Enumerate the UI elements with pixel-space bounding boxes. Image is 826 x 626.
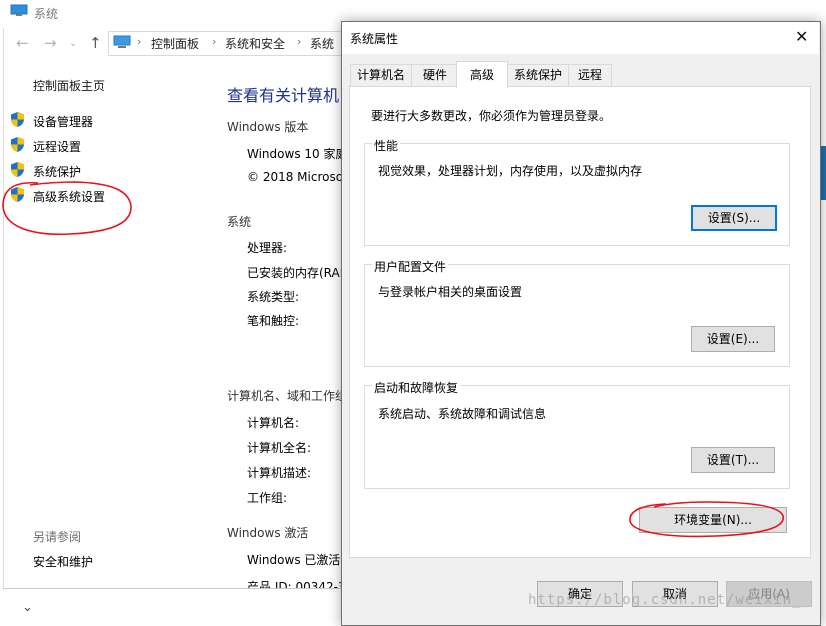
sidebar-item-remote-settings[interactable]: 远程设置: [33, 138, 81, 155]
tab-remote[interactable]: 远程: [568, 64, 612, 86]
activation-status: Windows 已激活: [247, 553, 341, 567]
computer-description-label: 计算机描述:: [247, 466, 312, 480]
dialog-titlebar: [342, 22, 819, 54]
shield-icon: [11, 162, 24, 177]
performance-description: 视觉效果，处理器计划，内存使用，以及虚拟内存: [378, 164, 643, 178]
breadcrumb-separator-icon: ›: [137, 35, 142, 48]
tab-system-protection[interactable]: 系统保护: [507, 64, 569, 86]
full-computer-name-label: 计算机全名:: [247, 441, 312, 455]
startup-recovery-group-label: 启动和故障恢复: [372, 379, 461, 396]
user-profiles-settings-button[interactable]: 设置(E)...: [691, 326, 775, 352]
shield-icon: [11, 137, 24, 152]
computer-icon: [10, 4, 28, 16]
see-also-heading: 另请参阅: [33, 530, 82, 544]
control-panel-icon: [113, 35, 131, 48]
startup-recovery-group: [364, 385, 790, 489]
close-icon[interactable]: ✕: [795, 27, 808, 46]
performance-settings-button[interactable]: 设置(S)...: [691, 205, 777, 231]
breadcrumb-system-security[interactable]: 系统和安全: [225, 35, 285, 52]
back-arrow-icon[interactable]: ←: [16, 34, 29, 52]
sidebar-item-system-protection[interactable]: 系统保护: [33, 163, 81, 180]
window-left-border: [3, 28, 4, 588]
recent-locations-chevron-icon[interactable]: ⌄: [69, 38, 77, 49]
system-type-label: 系统类型:: [247, 290, 300, 304]
startup-recovery-description: 系统启动、系统故障和调试信息: [378, 407, 547, 421]
environment-variables-button[interactable]: 环境变量(N)...: [639, 507, 787, 533]
user-profiles-group-label: 用户配置文件: [372, 258, 449, 275]
copyright-text: © 2018 Microso: [247, 170, 344, 184]
workgroup-label: 工作组:: [247, 491, 288, 505]
processor-label: 处理器:: [247, 241, 288, 255]
breadcrumb-system[interactable]: 系统: [310, 35, 334, 52]
ram-label: 已安装的内存(RAM: [247, 266, 351, 280]
page-title: 查看有关计算机: [227, 86, 340, 105]
forward-arrow-icon[interactable]: →: [44, 34, 57, 52]
dialog-title: 系统属性: [350, 32, 399, 46]
startup-recovery-settings-button[interactable]: 设置(T)...: [691, 447, 775, 473]
sidebar-link-security-maintenance[interactable]: 安全和维护: [33, 553, 93, 570]
shield-icon: [11, 187, 24, 202]
shield-icon: [11, 112, 24, 127]
edition-name: Windows 10 家庭: [247, 147, 348, 161]
watermark-text: https://blog.csdn.net/weixin_: [528, 592, 802, 608]
product-id: 产品 ID: 00342-3: [247, 580, 346, 588]
sidebar-item-advanced-system-settings[interactable]: 高级系统设置: [33, 188, 105, 205]
user-profiles-description: 与登录帐户相关的桌面设置: [378, 285, 523, 299]
breadcrumb-control-panel[interactable]: 控制面板: [151, 35, 199, 52]
window-bottom-border: [3, 588, 343, 589]
chevron-down-icon[interactable]: ⌄: [22, 600, 33, 615]
windows-edition-heading: Windows 版本: [227, 120, 309, 134]
window-title: 系统: [34, 7, 59, 21]
breadcrumb-separator-icon: ›: [297, 35, 302, 48]
up-arrow-icon[interactable]: ↑: [89, 34, 102, 52]
sidebar-home-link[interactable]: 控制面板主页: [33, 77, 105, 94]
tab-computer-name[interactable]: 计算机名: [350, 64, 412, 86]
breadcrumb-separator-icon: ›: [212, 35, 217, 48]
tab-hardware[interactable]: 硬件: [411, 64, 459, 86]
computer-name-label: 计算机名:: [247, 416, 300, 430]
computer-name-heading: 计算机名、域和工作组: [227, 389, 348, 403]
activation-heading: Windows 激活: [227, 526, 309, 540]
admin-note: 要进行大多数更改，你必须作为管理员登录。: [371, 109, 612, 123]
pen-touch-label: 笔和触控:: [247, 314, 300, 328]
tab-advanced[interactable]: 高级: [456, 61, 508, 88]
performance-group-label: 性能: [372, 137, 401, 154]
sidebar-item-device-manager[interactable]: 设备管理器: [33, 113, 93, 130]
system-heading: 系统: [227, 215, 252, 229]
